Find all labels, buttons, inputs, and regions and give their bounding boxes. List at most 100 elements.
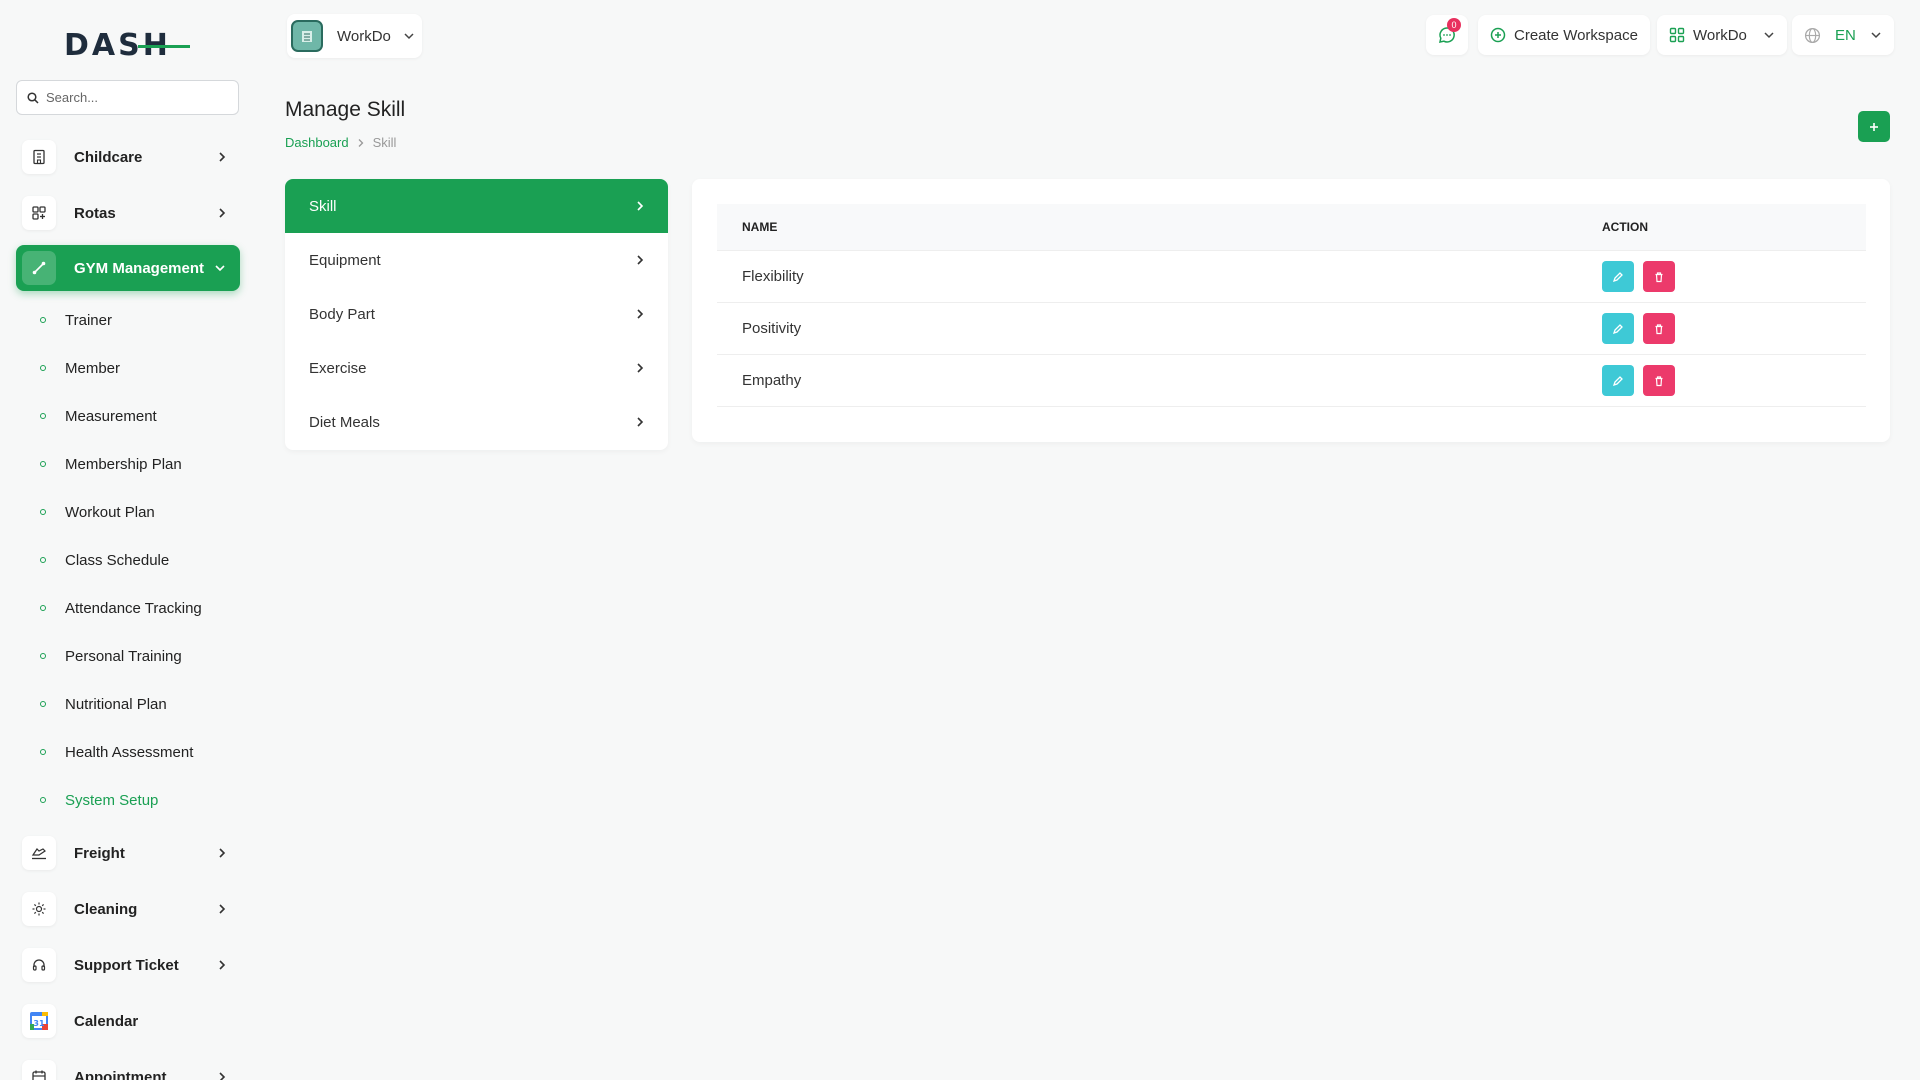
workspace-dropdown[interactable]: WorkDo (1657, 15, 1787, 55)
sidebar-subitem-label: System Setup (65, 791, 159, 809)
search-box[interactable] (16, 80, 239, 115)
skill-name: Empathy (742, 372, 802, 389)
sidebar-item-calendar[interactable]: 31 Calendar (16, 998, 240, 1044)
sidebar-item-support-ticket[interactable]: Support Ticket (16, 942, 240, 988)
sidebar-subitem-label: Trainer (65, 311, 112, 329)
sidebar-item-gym-management[interactable]: GYM Management (16, 245, 240, 291)
sidebar-subitem-label: Member (65, 359, 121, 377)
plus-icon (1870, 122, 1878, 131)
chevron-right-icon (637, 309, 644, 319)
sidebar-item-cleaning[interactable]: Cleaning (16, 886, 240, 932)
bullet-icon (40, 701, 46, 707)
plus-circle-icon (1490, 27, 1506, 43)
chevron-right-icon (218, 151, 226, 163)
logo-underline (138, 45, 190, 48)
workspace-building-icon (291, 20, 323, 52)
chevron-right-icon (218, 207, 226, 219)
bullet-icon (40, 317, 46, 323)
chevron-right-icon (637, 417, 644, 427)
sidebar-subitem-label: Measurement (65, 407, 157, 425)
sidebar-item-label: Support Ticket (74, 956, 179, 974)
skill-table-card: NAME ACTION Flexibility Positivity Empat… (692, 179, 1890, 442)
sidebar: DASH Childcare Rotas GYM Management Trai… (0, 0, 256, 1080)
chevron-down-icon (214, 264, 226, 272)
bullet-icon (40, 797, 46, 803)
bullet-icon (40, 461, 46, 467)
sidebar-item-childcare[interactable]: Childcare (16, 134, 240, 180)
trash-icon (1655, 323, 1663, 334)
bullet-icon (40, 365, 46, 371)
sidebar-subitem-label: Class Schedule (65, 551, 170, 569)
setup-menu-body-part[interactable]: Body Part (285, 287, 668, 341)
chevron-right-icon (637, 201, 644, 211)
setup-menu-label: Equipment (309, 251, 381, 269)
cleaning-icon (22, 892, 56, 926)
chevron-down-icon (1764, 32, 1774, 39)
dash-logo[interactable]: DASH (64, 28, 190, 62)
appointment-icon (22, 1060, 56, 1080)
add-button[interactable] (1858, 111, 1890, 142)
notification-badge: 0 (1447, 18, 1461, 32)
setup-menu-exercise[interactable]: Exercise (285, 341, 668, 395)
bullet-icon (40, 413, 46, 419)
dumbbell-icon (22, 251, 56, 285)
sidebar-item-freight[interactable]: Freight (16, 830, 240, 876)
chevron-right-icon (218, 1071, 226, 1080)
sidebar-subitem-member[interactable]: Member (38, 353, 120, 383)
create-workspace-button[interactable]: Create Workspace (1478, 15, 1650, 55)
setup-menu-diet-meals[interactable]: Diet Meals (285, 395, 668, 449)
delete-button[interactable] (1643, 365, 1675, 396)
bullet-icon (40, 557, 46, 563)
workspace-switcher[interactable]: WorkDo (287, 14, 422, 58)
sidebar-subitem-measurement[interactable]: Measurement (38, 401, 157, 431)
headset-icon (22, 948, 56, 982)
sidebar-item-appointment[interactable]: Appointment (16, 1054, 240, 1080)
search-input[interactable] (46, 90, 226, 105)
table-header: NAME ACTION (717, 204, 1866, 251)
building-icon (22, 140, 56, 174)
bullet-icon (40, 653, 46, 659)
sidebar-subitem-membership-plan[interactable]: Membership Plan (38, 449, 182, 479)
sidebar-subitem-trainer[interactable]: Trainer (38, 305, 112, 335)
setup-menu-skill[interactable]: Skill (285, 179, 668, 233)
sidebar-subitem-class-schedule[interactable]: Class Schedule (38, 545, 169, 575)
sidebar-item-label: Calendar (74, 1012, 139, 1030)
chevron-right-icon (637, 255, 644, 265)
skill-table: NAME ACTION Flexibility Positivity Empat… (717, 204, 1866, 407)
messages-button[interactable]: 0 (1426, 15, 1468, 55)
chevron-down-icon (403, 32, 415, 40)
apps-icon (1669, 27, 1685, 43)
sidebar-subitem-attendance-tracking[interactable]: Attendance Tracking (38, 593, 202, 623)
delete-button[interactable] (1643, 261, 1675, 292)
sidebar-subitem-nutritional-plan[interactable]: Nutritional Plan (38, 689, 167, 719)
language-selector[interactable]: EN (1792, 15, 1894, 55)
bullet-icon (40, 605, 46, 611)
sidebar-subitem-label: Health Assessment (65, 743, 194, 761)
chevron-right-icon (218, 847, 226, 859)
edit-button[interactable] (1602, 261, 1634, 292)
trash-icon (1655, 271, 1663, 282)
sidebar-item-rotas[interactable]: Rotas (16, 190, 240, 236)
bullet-icon (40, 749, 46, 755)
setup-menu: Skill Equipment Body Part Exercise Diet … (285, 179, 668, 450)
sidebar-subitem-personal-training[interactable]: Personal Training (38, 641, 182, 671)
setup-menu-equipment[interactable]: Equipment (285, 233, 668, 287)
column-header-name[interactable]: NAME (717, 220, 1602, 234)
page-title: Manage Skill (285, 98, 406, 121)
edit-button[interactable] (1602, 313, 1634, 344)
grid-icon (22, 196, 56, 230)
calendar-day: 31 (33, 1019, 45, 1028)
sidebar-subitem-system-setup[interactable]: System Setup (38, 785, 158, 815)
edit-button[interactable] (1602, 365, 1634, 396)
chevron-right-icon (637, 363, 644, 373)
delete-button[interactable] (1643, 313, 1675, 344)
sidebar-subitem-health-assessment[interactable]: Health Assessment (38, 737, 193, 767)
breadcrumb-dashboard-link[interactable]: Dashboard (285, 135, 349, 150)
sidebar-subitem-workout-plan[interactable]: Workout Plan (38, 497, 155, 527)
setup-menu-label: Skill (309, 197, 337, 215)
breadcrumb: Dashboard Skill (285, 135, 396, 150)
setup-menu-label: Exercise (309, 359, 367, 377)
pencil-icon (1612, 375, 1623, 386)
language-label: EN (1835, 26, 1856, 44)
chevron-right-icon (358, 138, 364, 147)
